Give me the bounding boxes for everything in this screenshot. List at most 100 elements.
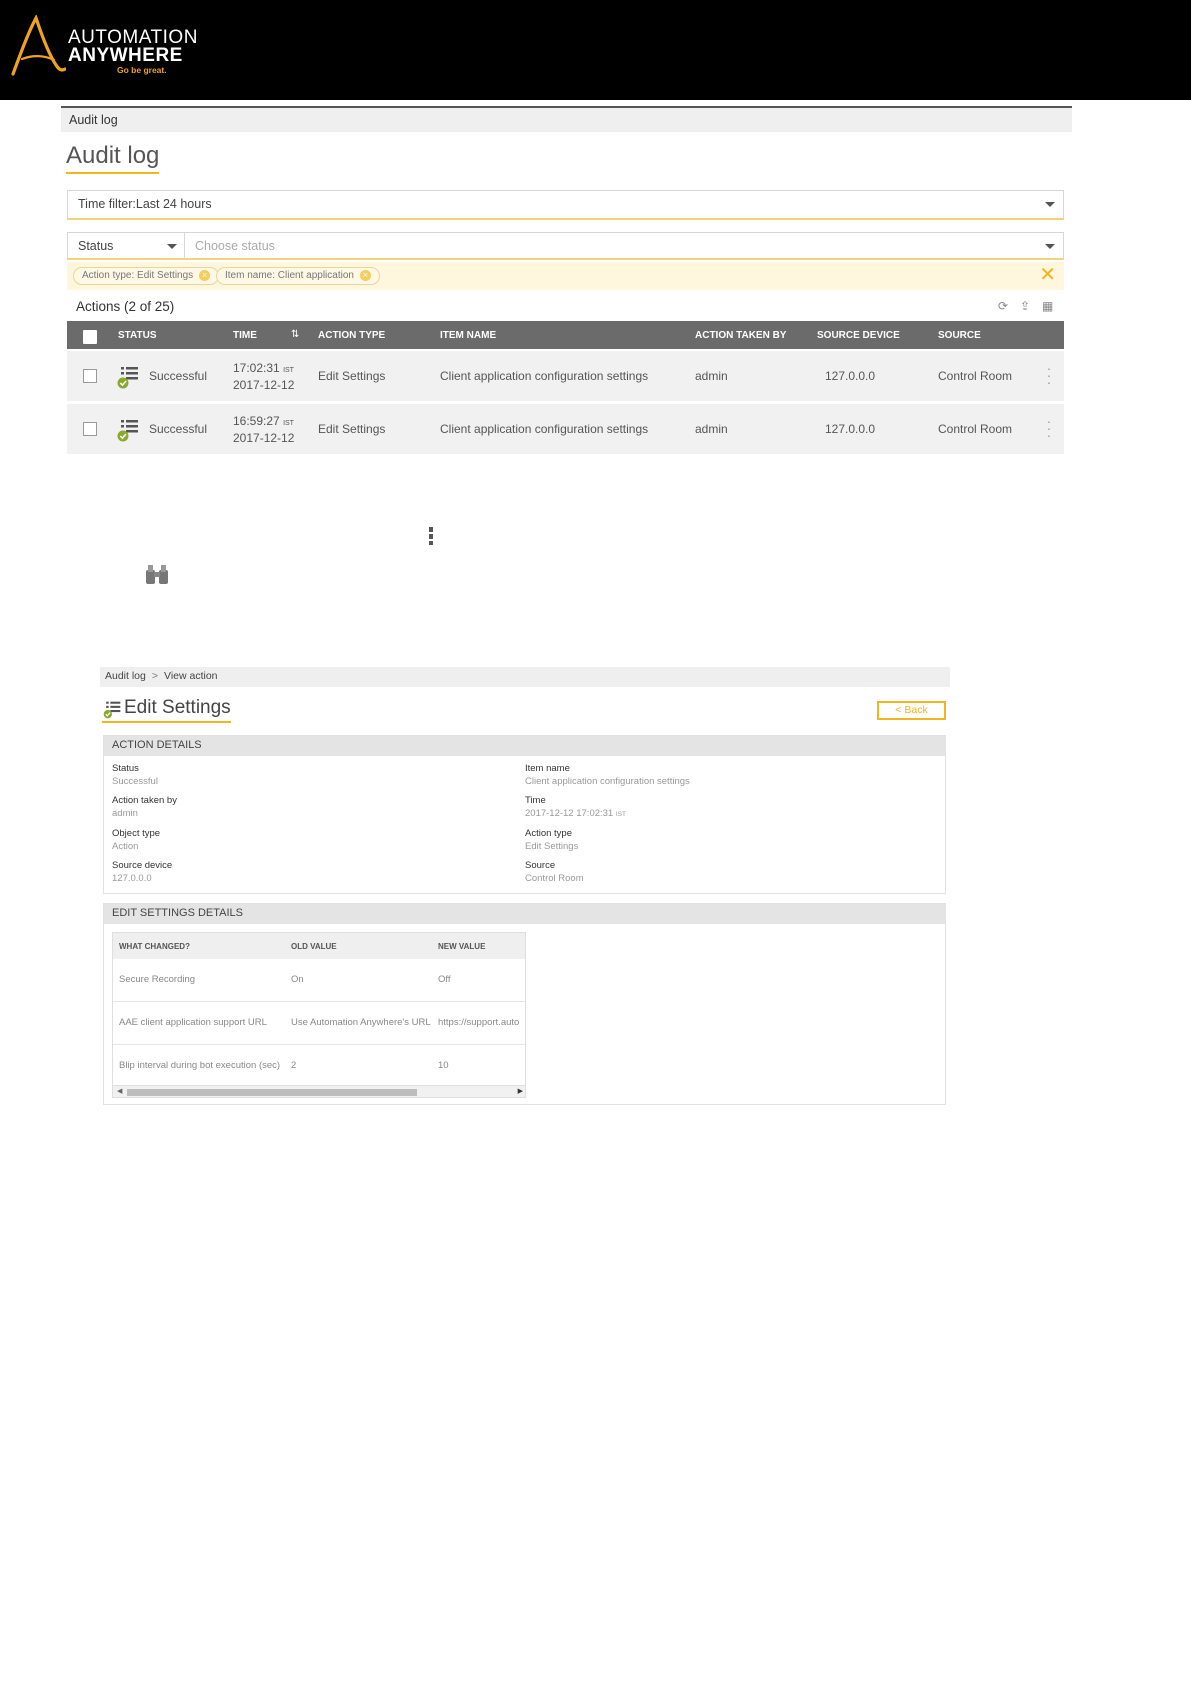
filter-field-select[interactable]: Status	[67, 232, 185, 260]
sort-icon[interactable]: ⇅	[291, 329, 299, 340]
breadcrumb-separator: >	[151, 670, 159, 682]
row-action-type: Edit Settings	[318, 422, 386, 436]
column-action-type[interactable]: ACTION TYPE	[318, 330, 385, 341]
change-old: 2	[291, 1060, 297, 1071]
column-action-taken-by[interactable]: ACTION TAKEN BY	[695, 330, 786, 341]
field-object-type: Object type Action	[112, 827, 160, 853]
field-label: Object type	[112, 828, 161, 839]
filter-chip-label: Item name: Client application	[225, 270, 354, 281]
scrollbar-thumb[interactable]	[127, 1089, 417, 1096]
detail-title-text: Edit Settings	[124, 697, 231, 718]
row-source-device: 127.0.0.0	[825, 422, 876, 436]
field-value: Control Room	[525, 873, 584, 884]
change-new: Off	[438, 974, 451, 985]
row-checkbox[interactable]	[83, 369, 97, 383]
edit-settings-section: EDIT SETTINGS DETAILS WHAT CHANGED? OLD …	[103, 903, 946, 1105]
field-value: 2017-12-12 17:02:31 IST	[525, 807, 626, 821]
success-status-icon	[103, 701, 121, 719]
time-filter-dropdown[interactable]: Time filter:Last 24 hours	[67, 190, 1064, 220]
change-new: 10	[438, 1060, 449, 1071]
field-label: Status	[112, 763, 139, 774]
column-time[interactable]: TIME	[233, 330, 257, 341]
breadcrumb-audit-log[interactable]: Audit log	[105, 670, 146, 682]
row-timezone: IST	[283, 420, 294, 427]
success-status-icon	[117, 367, 138, 389]
table-toolbar: ⟳ ⇪ ▦	[998, 299, 1058, 313]
column-what-changed: WHAT CHANGED?	[119, 942, 190, 951]
logo-tagline: Go be great.	[117, 65, 167, 75]
field-label: Action taken by	[112, 795, 177, 806]
edit-settings-header: EDIT SETTINGS DETAILS	[104, 904, 945, 924]
changes-row: Blip interval during bot execution (sec)…	[113, 1045, 525, 1088]
back-button[interactable]: < Back	[877, 701, 946, 720]
status-placeholder: Choose status	[195, 239, 275, 253]
success-status-icon	[117, 420, 138, 442]
filter-chip-action-type[interactable]: Action type: Edit Settings ×	[73, 267, 219, 285]
column-source[interactable]: SOURCE	[938, 330, 981, 341]
logo-a-mark-icon	[11, 15, 66, 76]
row-status: Successful	[149, 369, 208, 383]
row-action-type: Edit Settings	[318, 369, 386, 383]
row-actions-kebab-icon[interactable]: · · ·	[1046, 414, 1052, 442]
chevron-down-icon	[1045, 202, 1055, 207]
scroll-right-arrow-icon[interactable]: ▶	[518, 1087, 523, 1095]
changes-row: Secure Recording On Off	[113, 959, 525, 1002]
change-what: Blip interval during bot execution (sec)	[119, 1060, 281, 1071]
export-icon[interactable]: ⇪	[1020, 299, 1030, 313]
field-value: Edit Settings	[525, 841, 579, 852]
remove-filter-icon[interactable]: ×	[359, 270, 371, 281]
field-action-taken-by: Action taken by admin	[112, 794, 177, 820]
scroll-left-arrow-icon[interactable]: ◀	[117, 1087, 122, 1095]
table-header: STATUS TIME ⇅ ACTION TYPE ITEM NAME ACTI…	[67, 321, 1064, 349]
field-value: Successful	[112, 776, 158, 787]
field-label: Source	[525, 860, 556, 871]
row-actions-kebab-icon[interactable]: · · ·	[1046, 361, 1052, 389]
changes-row: AAE client application support URL Use A…	[113, 1002, 525, 1045]
changes-table: WHAT CHANGED? OLD VALUE NEW VALUE Secure…	[112, 932, 526, 1098]
select-all-checkbox[interactable]	[83, 330, 97, 344]
table-row[interactable]: Successful 16:59:27 IST 2017-12-12 Edit …	[67, 404, 1064, 454]
breadcrumb-view-action: View action	[164, 670, 218, 682]
detail-breadcrumb: Audit log > View action	[100, 667, 950, 687]
row-action-taken-by: admin	[695, 369, 728, 383]
row-action-taken-by: admin	[695, 422, 728, 436]
changes-table-header: WHAT CHANGED? OLD VALUE NEW VALUE	[113, 933, 525, 959]
field-time: Time 2017-12-12 17:02:31 IST	[525, 794, 626, 821]
time-filter-value: Time filter:Last 24 hours	[78, 197, 212, 211]
table-row[interactable]: Successful 17:02:31 IST 2017-12-12 Edit …	[67, 351, 1064, 401]
refresh-icon[interactable]: ⟳	[998, 299, 1008, 313]
brand-header: AUTOMATION ANYWHERE Go be great.	[0, 0, 1191, 100]
row-date: 2017-12-12	[233, 431, 295, 445]
field-action-type: Action type Edit Settings	[525, 827, 578, 853]
clear-filters-icon[interactable]: ✕	[1039, 265, 1056, 285]
row-status: Successful	[149, 422, 208, 436]
row-time: 17:02:31 IST 2017-12-12	[233, 361, 294, 392]
binoculars-icon	[146, 565, 168, 584]
field-time-value: 2017-12-12 17:02:31	[525, 808, 614, 819]
field-status: Status Successful	[112, 762, 158, 788]
field-source-device: Source device 127.0.0.0	[112, 859, 172, 885]
filter-chip-item-name[interactable]: Item name: Client application ×	[216, 267, 380, 285]
column-item-name[interactable]: ITEM NAME	[440, 330, 496, 341]
field-value: 127.0.0.0	[112, 873, 152, 884]
status-value-dropdown[interactable]: Choose status	[184, 232, 1064, 260]
action-details-header: ACTION DETAILS	[104, 736, 945, 756]
detail-title: Edit Settings	[102, 697, 231, 723]
breadcrumb: Audit log	[61, 106, 1072, 132]
breadcrumb-audit-log[interactable]: Audit log	[69, 113, 118, 127]
field-source: Source Control Room	[525, 859, 584, 885]
row-checkbox[interactable]	[83, 422, 97, 436]
column-source-device[interactable]: SOURCE DEVICE	[817, 330, 900, 341]
change-new: https://support.auto	[438, 1017, 520, 1028]
column-old-value: OLD VALUE	[291, 942, 337, 951]
columns-icon[interactable]: ▦	[1042, 299, 1053, 313]
row-item-name: Client application configuration setting…	[440, 369, 649, 383]
field-value: admin	[112, 808, 138, 819]
remove-filter-icon[interactable]: ×	[198, 270, 210, 281]
horizontal-scrollbar[interactable]: ◀ ▶	[113, 1085, 525, 1097]
column-status[interactable]: STATUS	[118, 330, 157, 341]
row-timezone: IST	[283, 367, 294, 374]
change-what: AAE client application support URL	[119, 1017, 267, 1028]
row-source-device: 127.0.0.0	[825, 369, 876, 383]
actions-count-title: Actions (2 of 25)	[76, 299, 175, 314]
